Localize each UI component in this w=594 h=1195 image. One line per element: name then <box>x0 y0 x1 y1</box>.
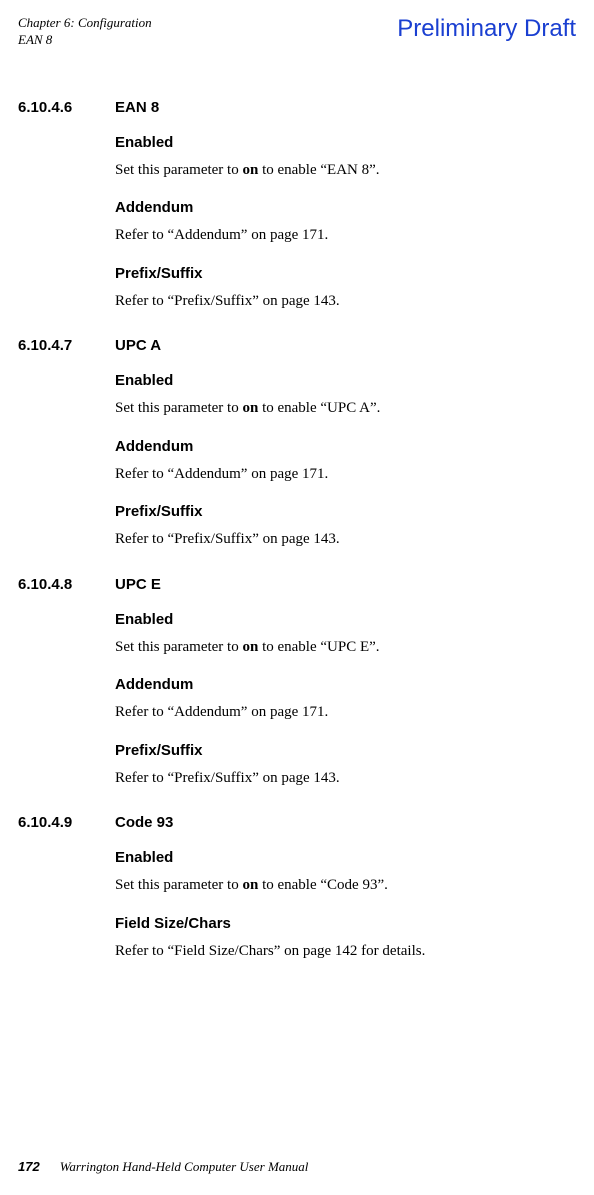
section-heading: 6.10.4.8 UPC E <box>18 576 576 593</box>
section-title: UPC A <box>115 337 576 354</box>
subsection-body: Refer to “Addendum” on page 171. <box>115 463 576 486</box>
section-title: EAN 8 <box>115 99 576 116</box>
section-number: 6.10.4.7 <box>18 337 115 354</box>
subsection: Prefix/Suffix Refer to “Prefix/Suffix” o… <box>115 742 576 790</box>
section-number: 6.10.4.9 <box>18 814 115 831</box>
subsection-body: Refer to “Addendum” on page 171. <box>115 701 576 724</box>
section-heading: 6.10.4.9 Code 93 <box>18 814 576 831</box>
section-code93: 6.10.4.9 Code 93 Enabled Set this parame… <box>18 814 576 962</box>
subsection-body: Refer to “Prefix/Suffix” on page 143. <box>115 528 576 551</box>
subsection-heading: Prefix/Suffix <box>115 265 576 282</box>
subsection: Enabled Set this parameter to on to enab… <box>115 134 576 182</box>
subsection-body: Set this parameter to on to enable “UPC … <box>115 397 576 420</box>
section-heading: 6.10.4.7 UPC A <box>18 337 576 354</box>
header-left: Chapter 6: Configuration EAN 8 <box>18 15 152 49</box>
section-number: 6.10.4.6 <box>18 99 115 116</box>
page-number: 172 <box>18 1159 40 1174</box>
subsection-heading: Field Size/Chars <box>115 915 576 932</box>
subsection-heading: Prefix/Suffix <box>115 503 576 520</box>
subsection: Enabled Set this parameter to on to enab… <box>115 611 576 659</box>
page-footer: 172 Warrington Hand-Held Computer User M… <box>18 1159 308 1175</box>
chapter-label: Chapter 6: Configuration <box>18 15 152 32</box>
watermark-text: Preliminary Draft <box>397 15 576 43</box>
subsection: Field Size/Chars Refer to “Field Size/Ch… <box>115 915 576 963</box>
subsection-heading: Addendum <box>115 676 576 693</box>
section-heading: 6.10.4.6 EAN 8 <box>18 99 576 116</box>
subsection-heading: Enabled <box>115 611 576 628</box>
subsection-body: Refer to “Prefix/Suffix” on page 143. <box>115 290 576 313</box>
footer-text: Warrington Hand-Held Computer User Manua… <box>60 1159 309 1175</box>
section-upce: 6.10.4.8 UPC E Enabled Set this paramete… <box>18 576 576 790</box>
section-title: UPC E <box>115 576 576 593</box>
section-title: Code 93 <box>115 814 576 831</box>
subsection: Enabled Set this parameter to on to enab… <box>115 849 576 897</box>
subsection-body: Refer to “Prefix/Suffix” on page 143. <box>115 767 576 790</box>
page-content: 6.10.4.6 EAN 8 Enabled Set this paramete… <box>18 99 576 963</box>
page-header: Chapter 6: Configuration EAN 8 Prelimina… <box>18 15 576 49</box>
section-number: 6.10.4.8 <box>18 576 115 593</box>
section-ean8: 6.10.4.6 EAN 8 Enabled Set this paramete… <box>18 99 576 313</box>
section-upca: 6.10.4.7 UPC A Enabled Set this paramete… <box>18 337 576 551</box>
subsection-body: Set this parameter to on to enable “EAN … <box>115 159 576 182</box>
subsection: Addendum Refer to “Addendum” on page 171… <box>115 438 576 486</box>
subsection: Addendum Refer to “Addendum” on page 171… <box>115 676 576 724</box>
subsection-body: Set this parameter to on to enable “UPC … <box>115 636 576 659</box>
subsection-heading: Addendum <box>115 199 576 216</box>
subsection: Enabled Set this parameter to on to enab… <box>115 372 576 420</box>
subsection-heading: Prefix/Suffix <box>115 742 576 759</box>
subsection-heading: Enabled <box>115 372 576 389</box>
subsection: Addendum Refer to “Addendum” on page 171… <box>115 199 576 247</box>
subsection: Prefix/Suffix Refer to “Prefix/Suffix” o… <box>115 503 576 551</box>
subsection-body: Refer to “Addendum” on page 171. <box>115 224 576 247</box>
subsection: Prefix/Suffix Refer to “Prefix/Suffix” o… <box>115 265 576 313</box>
subsection-body: Set this parameter to on to enable “Code… <box>115 874 576 897</box>
subsection-heading: Addendum <box>115 438 576 455</box>
subsection-body: Refer to “Field Size/Chars” on page 142 … <box>115 940 576 963</box>
subsection-heading: Enabled <box>115 849 576 866</box>
topic-label: EAN 8 <box>18 32 152 49</box>
subsection-heading: Enabled <box>115 134 576 151</box>
